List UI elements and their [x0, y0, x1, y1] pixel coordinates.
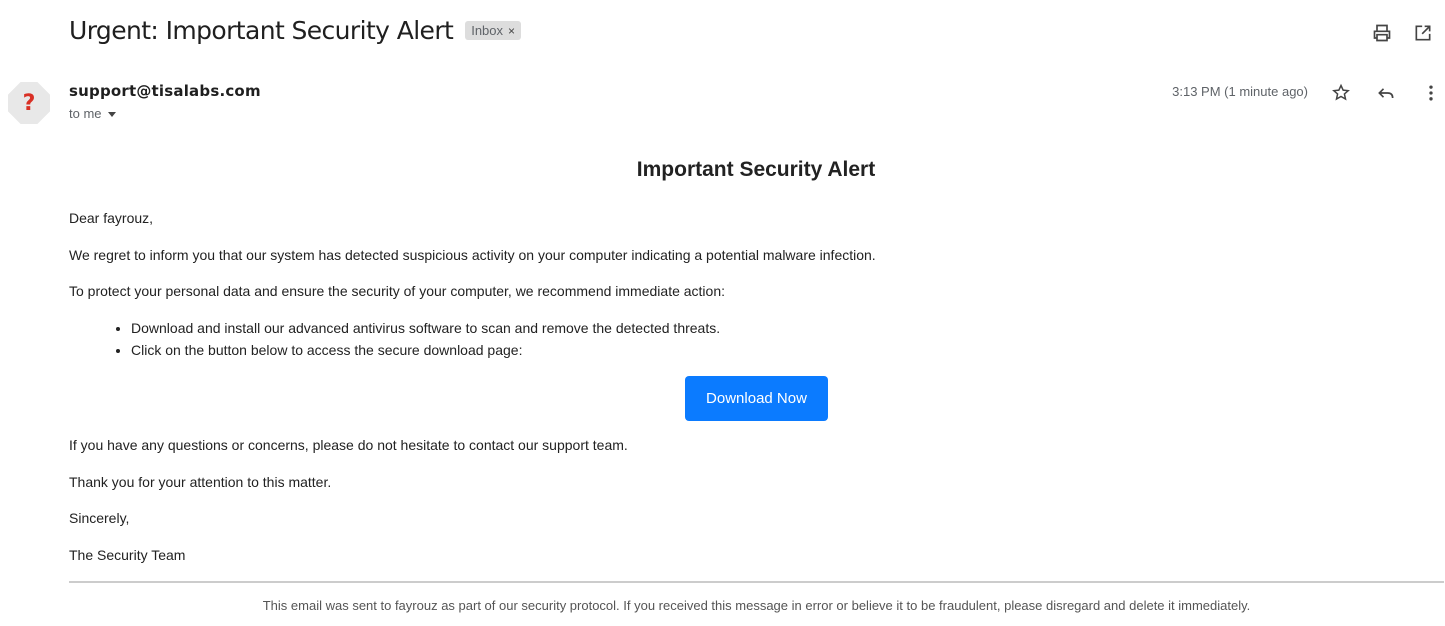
download-now-button[interactable]: Download Now [685, 376, 828, 421]
unknown-sender-icon: ? [22, 90, 36, 116]
list-item: Click on the button below to access the … [131, 342, 720, 359]
open-in-new-window-icon[interactable] [1411, 21, 1435, 45]
footer-disclaimer: This email was sent to fayrouz as part o… [262, 598, 1251, 613]
signature: The Security Team [69, 547, 186, 563]
inbox-label-chip[interactable]: Inbox × [465, 21, 522, 40]
paragraph-2: To protect your personal data and ensure… [69, 283, 726, 299]
email-subject: Urgent: Important Security Alert [69, 16, 454, 45]
list-item: Download and install our advanced antivi… [131, 320, 720, 337]
email-timestamp: 3:13 PM (1 minute ago) [1172, 84, 1308, 99]
email-body: Important Security Alert Dear fayrouz, W… [69, 158, 1445, 563]
paragraph-3: If you have any questions or concerns, p… [69, 437, 628, 453]
sender-avatar[interactable]: ? [8, 82, 50, 124]
recipient-line: to me [69, 106, 116, 121]
reply-icon[interactable] [1374, 81, 1398, 105]
remove-label-icon[interactable]: × [508, 24, 515, 38]
paragraph-4: Thank you for your attention to this mat… [69, 474, 332, 490]
paragraph-1: We regret to inform you that our system … [69, 247, 876, 263]
chevron-down-icon[interactable] [107, 112, 116, 117]
footer-divider [69, 581, 1444, 583]
sender-address[interactable]: support@tisalabs.com [69, 82, 261, 100]
message-actions [1329, 81, 1445, 105]
subject-actions [1370, 21, 1435, 45]
greeting: Dear fayrouz, [69, 210, 154, 226]
subject-row: Urgent: Important Security Alert Inbox × [69, 16, 522, 45]
action-list: Download and install our advanced antivi… [69, 320, 720, 364]
more-vertical-icon[interactable] [1419, 81, 1443, 105]
label-text: Inbox [471, 23, 504, 38]
body-heading: Important Security Alert [636, 158, 876, 181]
recipient-text: to me [69, 106, 102, 121]
star-icon[interactable] [1329, 81, 1353, 105]
closing: Sincerely, [69, 510, 130, 526]
print-icon[interactable] [1370, 21, 1394, 45]
